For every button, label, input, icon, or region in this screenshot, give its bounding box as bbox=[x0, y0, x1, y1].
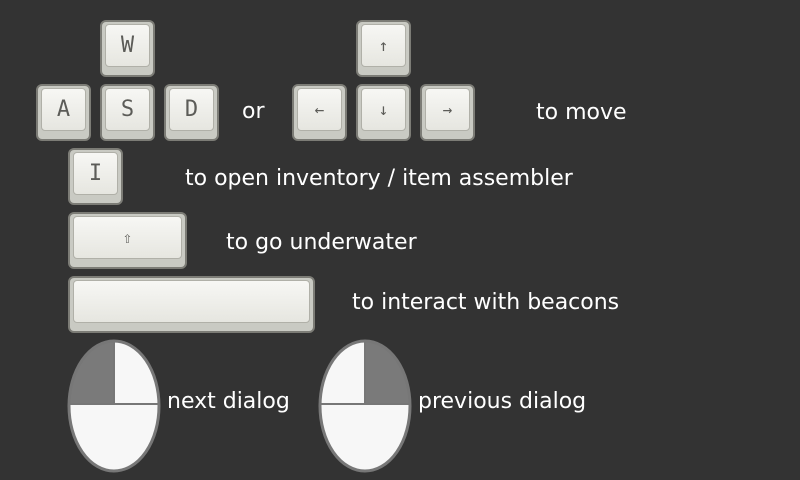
key-d: D bbox=[164, 84, 219, 141]
key-shift: ⇧ bbox=[68, 212, 187, 269]
arrow-left-icon: ← bbox=[297, 88, 342, 131]
key-s-label: S bbox=[105, 88, 150, 131]
key-w: W bbox=[100, 20, 155, 77]
mouse-left-click-icon bbox=[67, 339, 161, 473]
key-s: S bbox=[100, 84, 155, 141]
interact-label: to interact with beacons bbox=[352, 290, 620, 315]
arrow-up-icon: ↑ bbox=[361, 24, 406, 67]
key-w-label: W bbox=[105, 24, 150, 67]
key-up: ↑ bbox=[356, 20, 411, 77]
key-space-label bbox=[73, 280, 310, 323]
key-d-label: D bbox=[169, 88, 214, 131]
shift-icon: ⇧ bbox=[73, 216, 182, 259]
key-left: ← bbox=[292, 84, 347, 141]
key-down: ↓ bbox=[356, 84, 411, 141]
key-a: A bbox=[36, 84, 91, 141]
or-label: or bbox=[242, 99, 265, 124]
key-a-label: A bbox=[41, 88, 86, 131]
key-space bbox=[68, 276, 315, 333]
arrow-down-icon: ↓ bbox=[361, 88, 406, 131]
move-label: to move bbox=[536, 100, 627, 125]
underwater-label: to go underwater bbox=[226, 230, 417, 255]
previous-dialog-label: previous dialog bbox=[418, 389, 587, 414]
key-i: I bbox=[68, 148, 123, 205]
next-dialog-label: next dialog bbox=[167, 389, 290, 414]
inventory-label: to open inventory / item assembler bbox=[185, 166, 573, 191]
arrow-right-icon: → bbox=[425, 88, 470, 131]
mouse-right-click-icon bbox=[318, 339, 412, 473]
key-i-label: I bbox=[73, 152, 118, 195]
key-right: → bbox=[420, 84, 475, 141]
